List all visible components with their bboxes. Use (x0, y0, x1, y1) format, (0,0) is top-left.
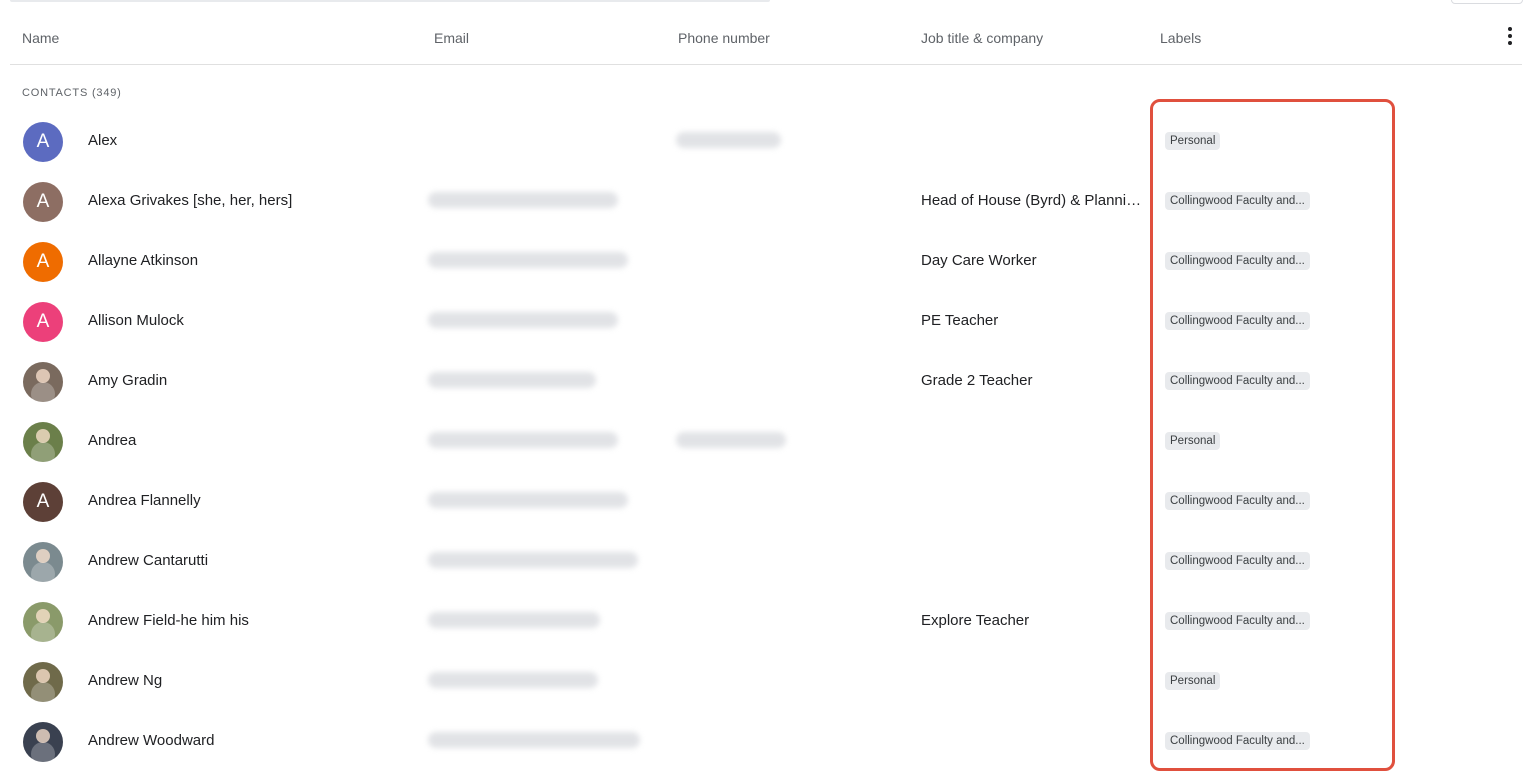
contact-job-title: PE Teacher (921, 312, 999, 329)
contact-name: Andrew Woodward (88, 732, 215, 749)
redacted-email (428, 612, 600, 628)
column-header-email[interactable]: Email (434, 30, 469, 46)
contact-name: Andrea Flannelly (88, 492, 201, 509)
redacted-email (428, 552, 638, 568)
label-chip[interactable]: Collingwood Faculty and... (1165, 732, 1310, 750)
avatar[interactable]: A (23, 122, 63, 162)
contact-row[interactable]: Andrea Personal (0, 412, 1523, 472)
redacted-email (428, 252, 628, 268)
contact-row[interactable]: Amy Gradin Grade 2 Teacher Collingwood Fac… (0, 352, 1523, 412)
label-chip[interactable]: Personal (1165, 432, 1221, 450)
avatar[interactable]: A (23, 182, 63, 222)
avatar[interactable] (23, 362, 63, 402)
label-chip[interactable]: Personal (1165, 132, 1221, 150)
contact-name: Andrew Cantarutti (88, 552, 209, 569)
redacted-email (428, 312, 618, 328)
contact-row[interactable]: A Alex Personal (0, 112, 1523, 172)
label-chip[interactable]: Collingwood Faculty and... (1165, 192, 1310, 210)
contacts-count-heading: CONTACTS (349) (22, 87, 122, 99)
contact-name: Amy Gradin (88, 372, 168, 389)
contact-name: Andrea (88, 432, 137, 449)
contact-name: Alex (88, 132, 118, 149)
label-chip[interactable]: Collingwood Faculty and... (1165, 312, 1310, 330)
avatar[interactable]: A (23, 482, 63, 522)
column-header-job[interactable]: Job title & company (921, 30, 1043, 46)
contact-name: Andrew Field-he him his (88, 612, 249, 629)
contact-row[interactable]: A Alexa Grivakes [she, her, hers] Head of … (0, 172, 1523, 232)
redacted-email (428, 672, 598, 688)
contact-job-title: Explore Teacher (921, 612, 1030, 629)
redacted-phone (676, 432, 786, 448)
contact-name: Alexa Grivakes [she, her, hers] (88, 192, 293, 209)
contact-name: Allison Mulock (88, 312, 184, 329)
avatar[interactable] (23, 662, 63, 702)
avatar[interactable]: A (23, 242, 63, 282)
contact-job-title: Head of House (Byrd) & Planning and Prog… (921, 192, 1148, 209)
redacted-phone (676, 132, 781, 148)
contact-name: Allayne Atkinson (88, 252, 199, 269)
contact-name: Andrew Ng (88, 672, 163, 689)
column-header-labels[interactable]: Labels (1160, 30, 1201, 46)
contact-row[interactable]: Andrew Cantarutti Collingwood Faculty and… (0, 532, 1523, 592)
avatar[interactable] (23, 602, 63, 642)
table-header: Name Email Phone number Job title & comp… (10, 0, 1522, 65)
contacts-list: A Alex Personal A Alexa Grivakes [she, her, … (0, 112, 1523, 772)
label-chip[interactable]: Collingwood Faculty and... (1165, 252, 1310, 270)
label-chip[interactable]: Collingwood Faculty and... (1165, 612, 1310, 630)
contact-row[interactable]: Andrew Ng Personal (0, 652, 1523, 712)
contact-row[interactable]: A Andrea Flannelly Collingwood Faculty and… (0, 472, 1523, 532)
column-header-name[interactable]: Name (22, 30, 59, 46)
column-header-phone[interactable]: Phone number (678, 30, 770, 46)
redacted-email (428, 732, 640, 748)
redacted-email (428, 432, 618, 448)
redacted-email (428, 372, 596, 388)
contact-row[interactable]: Andrew Field-he him his Explore Teacher Co… (0, 592, 1523, 652)
more-vert-icon[interactable] (1504, 26, 1516, 46)
label-chip[interactable]: Collingwood Faculty and... (1165, 552, 1310, 570)
label-chip[interactable]: Collingwood Faculty and... (1165, 372, 1310, 390)
contact-row[interactable]: A Allayne Atkinson Day Care Worker Collingw… (0, 232, 1523, 292)
avatar[interactable]: A (23, 302, 63, 342)
contact-row[interactable]: Andrew Woodward Collingwood Faculty and..… (0, 712, 1523, 772)
avatar[interactable] (23, 722, 63, 762)
label-chip[interactable]: Personal (1165, 672, 1221, 690)
redacted-email (428, 192, 618, 208)
contact-row[interactable]: A Allison Mulock PE Teacher Collingwood Fac… (0, 292, 1523, 352)
avatar[interactable] (23, 542, 63, 582)
contact-job-title: Day Care Worker (921, 252, 1037, 269)
avatar[interactable] (23, 422, 63, 462)
redacted-email (428, 492, 628, 508)
contact-job-title: Grade 2 Teacher (921, 372, 1033, 389)
label-chip[interactable]: Collingwood Faculty and... (1165, 492, 1310, 510)
